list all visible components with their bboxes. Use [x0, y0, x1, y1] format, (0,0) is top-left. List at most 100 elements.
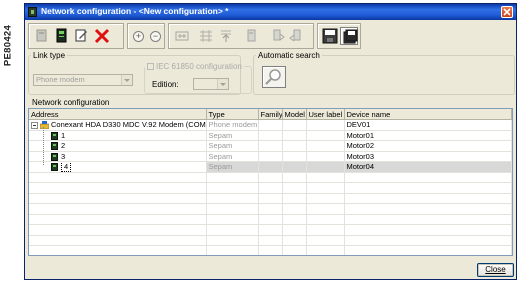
add-icon: + [135, 31, 142, 41]
delete-button[interactable] [93, 27, 111, 45]
network-button[interactable] [173, 27, 191, 45]
magnifier-icon [265, 69, 281, 85]
toolbar: + − [28, 23, 513, 51]
link-type-group: Link type Phone modem IEC 61850 configur… [28, 51, 252, 95]
edition-combo[interactable] [193, 78, 229, 90]
import-icon [221, 30, 231, 42]
col-family[interactable]: Family [258, 109, 283, 120]
tree-connector [43, 127, 44, 165]
empty-row [29, 203, 512, 215]
add-button[interactable]: + [133, 31, 144, 42]
address-cell: 3 [29, 151, 207, 162]
save-icon [322, 28, 338, 44]
app-icon [28, 7, 37, 17]
table-row[interactable]: 2 Sepam Motor02 [29, 140, 512, 152]
toolbar-group-network [168, 23, 314, 49]
empty-row [29, 172, 512, 183]
table-header: Address Type Family Model User label Dev… [29, 109, 512, 120]
iec-legend-text: IEC 61850 configuration [156, 62, 242, 71]
empty-row [29, 224, 512, 236]
empty-row [29, 235, 512, 246]
save-button[interactable] [321, 27, 339, 45]
toolbar-group-save [317, 23, 361, 49]
remove-icon: − [152, 31, 159, 41]
figure-code-text: PE80424 [2, 24, 14, 67]
model-cell [282, 151, 307, 162]
user-label-cell [306, 119, 345, 131]
address-text: 4 [61, 161, 72, 172]
empty-row [29, 245, 512, 255]
sepam-device-icon [51, 152, 58, 161]
family-cell [258, 119, 283, 131]
table-row[interactable]: 1 Sepam Motor01 [29, 130, 512, 141]
download-button[interactable] [287, 27, 305, 45]
device-icon [247, 29, 256, 42]
iec-checkbox[interactable] [147, 63, 154, 71]
user-label-cell [306, 161, 345, 173]
device-button[interactable] [242, 27, 260, 45]
col-type[interactable]: Type [206, 109, 259, 120]
address-text: Conexant HDA D330 MDC V.92 Modem (COM3) [51, 120, 206, 130]
remove-button[interactable]: − [150, 31, 161, 42]
new-config-icon [36, 29, 47, 42]
sepam-device-icon [51, 163, 58, 172]
edit-config-button[interactable] [73, 27, 91, 45]
link-type-combo[interactable]: Phone modem [33, 74, 133, 86]
automatic-search-legend: Automatic search [258, 51, 320, 60]
address-text: 3 [61, 151, 66, 161]
sepam-device-icon [51, 131, 58, 140]
edition-label: Edition: [152, 80, 179, 89]
window-close-button[interactable] [501, 6, 513, 18]
user-label-cell [306, 130, 345, 141]
sepam-device-icon [51, 142, 58, 151]
upload-icon [273, 29, 285, 41]
device-name-cell: Motor03 [344, 151, 512, 162]
collapse-icon[interactable] [31, 121, 38, 129]
device-name-cell: Motor04 [344, 161, 512, 173]
title-bar[interactable]: Network configuration - <New configurati… [25, 4, 516, 20]
model-cell [282, 130, 307, 141]
address-text: 2 [61, 141, 66, 151]
col-device-name[interactable]: Device name [344, 109, 512, 120]
network-config-label: Network configuration [32, 98, 110, 107]
table-row[interactable]: Conexant HDA D330 MDC V.92 Modem (COM3) … [29, 119, 512, 131]
link-type-value: Phone modem [36, 75, 85, 84]
iec-legend: IEC 61850 configuration [145, 62, 244, 71]
close-button[interactable]: Close [477, 263, 514, 277]
col-user-label[interactable]: User label [306, 109, 345, 120]
automatic-search-group: Automatic search [253, 51, 515, 95]
table-row-selected[interactable]: 4 Sepam Motor04 [29, 161, 512, 173]
family-cell [258, 161, 283, 173]
network-icon [175, 31, 189, 41]
empty-row [29, 182, 512, 194]
edit-icon [75, 29, 87, 42]
network-grid-button[interactable] [197, 27, 215, 45]
address-cell: 2 [29, 140, 207, 152]
new-config-button[interactable] [33, 27, 51, 45]
user-label-cell [306, 151, 345, 162]
col-address[interactable]: Address [29, 109, 207, 120]
type-cell: Phone modem [206, 119, 259, 131]
table-row[interactable]: 3 Sepam Motor03 [29, 151, 512, 162]
col-model[interactable]: Model [282, 109, 307, 120]
type-cell: Sepam [206, 130, 259, 141]
open-config-button[interactable] [53, 27, 71, 45]
device-name-cell: Motor02 [344, 140, 512, 152]
modem-icon [40, 121, 49, 130]
address-cell: 4 [29, 161, 207, 173]
chevron-down-icon [121, 75, 132, 85]
save-as-button[interactable] [340, 27, 358, 45]
address-text: 1 [61, 130, 66, 140]
save-as-icon [343, 29, 358, 44]
import-button[interactable] [217, 27, 235, 45]
device-name-cell: DEV01 [344, 119, 512, 131]
upload-button[interactable] [269, 27, 287, 45]
toolbar-group-add-remove: + − [127, 23, 165, 49]
family-cell [258, 151, 283, 162]
family-cell [258, 140, 283, 152]
chevron-down-icon [217, 79, 228, 89]
empty-row [29, 214, 512, 225]
user-label-cell [306, 140, 345, 152]
automatic-search-button[interactable] [262, 66, 286, 88]
close-icon [503, 8, 511, 16]
